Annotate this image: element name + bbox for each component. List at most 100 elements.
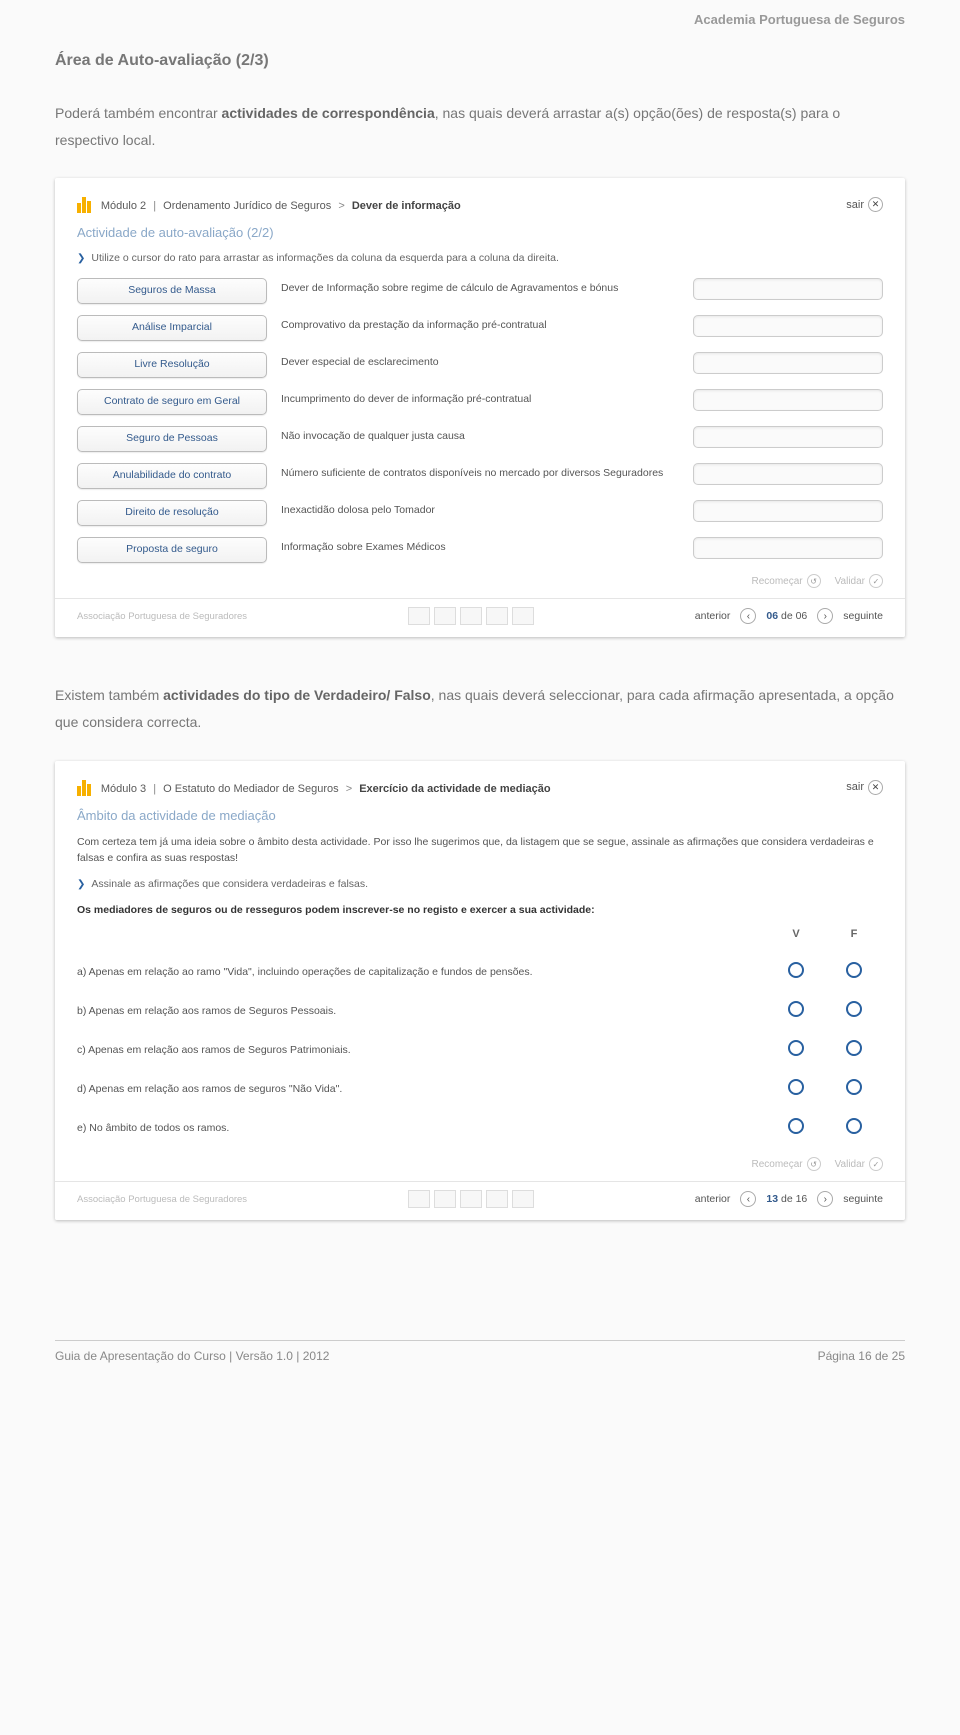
retry-button[interactable]: Recomeçar ↺ — [751, 574, 820, 588]
close-icon: ✕ — [868, 197, 883, 212]
drop-target[interactable] — [693, 500, 883, 522]
radio-true[interactable] — [788, 1040, 804, 1056]
radio-false[interactable] — [846, 1079, 862, 1095]
para1-bold: actividades de correspondência — [222, 105, 435, 121]
breadcrumb-current: Dever de informação — [352, 200, 461, 212]
radio-true[interactable] — [788, 1079, 804, 1095]
retry-button[interactable]: Recomeçar ↺ — [751, 1157, 820, 1171]
radio-false[interactable] — [846, 962, 862, 978]
match-description: Informação sobre Exames Médicos — [267, 537, 693, 557]
activity-card-truefalse: Módulo 3 | O Estatuto do Mediador de Seg… — [55, 761, 905, 1221]
column-header-f: F — [825, 928, 883, 940]
statement-label: a) Apenas em relação ao ramo "Vida", inc… — [77, 966, 767, 978]
match-row: Livre Resolução Dever especial de esclar… — [77, 352, 883, 378]
drag-source[interactable]: Seguros de Massa — [77, 278, 267, 304]
match-description: Dever especial de esclarecimento — [267, 352, 693, 372]
chevron-right-icon: ❯ — [77, 879, 85, 890]
tf-row: e) No âmbito de todos os ramos. — [77, 1108, 883, 1147]
tool-icon[interactable] — [512, 607, 534, 625]
radio-false[interactable] — [846, 1001, 862, 1017]
drag-source[interactable]: Anulabilidade do contrato — [77, 463, 267, 489]
drag-source[interactable]: Seguro de Pessoas — [77, 426, 267, 452]
breadcrumb-sep: | — [153, 200, 156, 212]
instruction-row: ❯ Utilize o cursor do rato para arrastar… — [77, 252, 883, 264]
radio-false[interactable] — [846, 1118, 862, 1134]
tool-icon[interactable] — [408, 607, 430, 625]
check-icon: ✓ — [869, 1157, 883, 1171]
tool-icon[interactable] — [486, 1190, 508, 1208]
tool-icon[interactable] — [408, 1190, 430, 1208]
toolbar-icons — [408, 1190, 534, 1208]
tool-icon[interactable] — [512, 1190, 534, 1208]
breadcrumb-arrow: > — [338, 200, 344, 212]
refresh-icon: ↺ — [807, 574, 821, 588]
drop-target[interactable] — [693, 389, 883, 411]
radio-false[interactable] — [846, 1040, 862, 1056]
card-header: Módulo 3 | O Estatuto do Mediador de Seg… — [77, 779, 883, 796]
next-button[interactable]: › — [817, 608, 833, 624]
radio-true[interactable] — [788, 962, 804, 978]
validate-button[interactable]: Validar ✓ — [835, 1157, 883, 1171]
tool-icon[interactable] — [434, 1190, 456, 1208]
drag-source[interactable]: Direito de resolução — [77, 500, 267, 526]
tf-row: b) Apenas em relação aos ramos de Seguro… — [77, 991, 883, 1030]
match-description: Inexactidão dolosa pelo Tomador — [267, 500, 693, 520]
tool-icon[interactable] — [460, 1190, 482, 1208]
para2-bold: actividades do tipo de Verdadeiro/ Falso — [163, 687, 431, 703]
tool-icon[interactable] — [486, 607, 508, 625]
activity-card-matching: Módulo 2 | Ordenamento Jurídico de Segur… — [55, 178, 905, 637]
match-description: Comprovativo da prestação da informação … — [267, 315, 693, 335]
card-footer: Associação Portuguesa de Seguradores ant… — [55, 1181, 905, 1220]
statement-label: d) Apenas em relação aos ramos de seguro… — [77, 1083, 767, 1095]
tool-icon[interactable] — [460, 607, 482, 625]
intro-text: Com certeza tem já uma ideia sobre o âmb… — [77, 835, 883, 867]
prev-button[interactable]: ‹ — [740, 1191, 756, 1207]
instruction-text: Assinale as afirmações que considera ver… — [91, 878, 368, 890]
page-footer: Guia de Apresentação do Curso | Versão 1… — [55, 1340, 905, 1393]
radio-true[interactable] — [788, 1118, 804, 1134]
drag-source[interactable]: Proposta de seguro — [77, 537, 267, 563]
page-header-brand: Academia Portuguesa de Seguros — [55, 12, 905, 27]
page-total: de 06 — [781, 610, 807, 622]
prev-label: anterior — [695, 1193, 731, 1205]
drop-target[interactable] — [693, 537, 883, 559]
validate-label: Validar — [835, 1159, 865, 1170]
breadcrumb-path: Ordenamento Jurídico de Seguros — [163, 200, 331, 212]
footer-association: Associação Portuguesa de Seguradores — [77, 1194, 247, 1205]
page-number: 06 — [766, 610, 778, 622]
para1-prefix: Poderá também encontrar — [55, 105, 222, 121]
match-row: Anulabilidade do contrato Número suficie… — [77, 463, 883, 489]
next-label: seguinte — [843, 1193, 883, 1205]
breadcrumb-module: Módulo 3 — [101, 783, 146, 795]
statement-label: e) No âmbito de todos os ramos. — [77, 1122, 767, 1134]
card-footer: Associação Portuguesa de Seguradores ant… — [55, 598, 905, 637]
drop-target[interactable] — [693, 315, 883, 337]
card-inner: Módulo 2 | Ordenamento Jurídico de Segur… — [55, 178, 905, 598]
exit-button[interactable]: sair ✕ — [846, 197, 883, 212]
exit-button[interactable]: sair ✕ — [846, 780, 883, 795]
radio-true[interactable] — [788, 1001, 804, 1017]
drop-target[interactable] — [693, 278, 883, 300]
drop-target[interactable] — [693, 426, 883, 448]
match-description: Número suficiente de contratos disponíve… — [267, 463, 693, 483]
tool-icon[interactable] — [434, 607, 456, 625]
card-inner: Módulo 3 | O Estatuto do Mediador de Seg… — [55, 761, 905, 1182]
validate-button[interactable]: Validar ✓ — [835, 574, 883, 588]
match-row: Seguro de Pessoas Não invocação de qualq… — [77, 426, 883, 452]
match-row: Proposta de seguro Informação sobre Exam… — [77, 537, 883, 563]
drag-source[interactable]: Contrato de seguro em Geral — [77, 389, 267, 415]
breadcrumb-sep: | — [153, 783, 156, 795]
next-button[interactable]: › — [817, 1191, 833, 1207]
drag-source[interactable]: Livre Resolução — [77, 352, 267, 378]
page-number: 13 — [766, 1193, 778, 1205]
drop-target[interactable] — [693, 463, 883, 485]
prev-label: anterior — [695, 610, 731, 622]
check-icon: ✓ — [869, 574, 883, 588]
drop-target[interactable] — [693, 352, 883, 374]
prev-button[interactable]: ‹ — [740, 608, 756, 624]
activity-title: Âmbito da actividade de mediação — [77, 808, 883, 823]
drag-source[interactable]: Análise Imparcial — [77, 315, 267, 341]
exit-label: sair — [846, 781, 864, 793]
match-row: Análise Imparcial Comprovativo da presta… — [77, 315, 883, 341]
exit-label: sair — [846, 199, 864, 211]
